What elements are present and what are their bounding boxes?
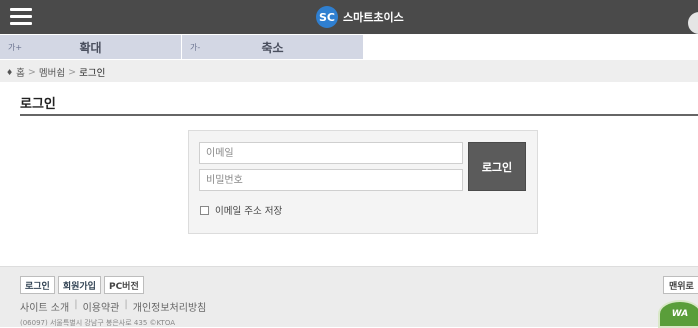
breadcrumb-separator: > <box>27 66 36 78</box>
footer-login-button[interactable]: 로그인 <box>20 276 55 294</box>
footer-links: 사이트 소개 | 이용약관 | 개인정보처리방침 <box>20 299 206 314</box>
zoom-out-label: 축소 <box>261 41 284 55</box>
breadcrumb-separator: > <box>68 66 77 78</box>
login-button[interactable]: 로그인 <box>468 142 526 191</box>
footer-link-separator: | <box>74 299 78 310</box>
footer-buttons: 로그인 회원가입 PC버전 <box>20 276 147 294</box>
breadcrumb: ♦ 홈 > 멤버쉽 > 로그인 <box>0 60 698 82</box>
footer-pc-version-button[interactable]: PC버전 <box>103 276 144 294</box>
corner-button[interactable] <box>688 12 698 34</box>
breadcrumb-member[interactable]: 멤버쉽 <box>39 65 65 79</box>
breadcrumb-current: 로그인 <box>79 68 106 79</box>
zoom-in-label: 확대 <box>79 41 102 55</box>
brand-name: 스마트초이스 <box>343 11 404 24</box>
brand[interactable]: SC 스마트초이스 <box>316 5 404 29</box>
footer-link-about[interactable]: 사이트 소개 <box>20 299 69 314</box>
remember-checkbox[interactable] <box>200 205 209 215</box>
remember-email[interactable]: 이메일 주소 저장 <box>200 203 282 217</box>
footer-signup-button[interactable]: 회원가입 <box>57 276 101 294</box>
zoom-bar: 가+ 확대 가- 축소 <box>0 35 698 59</box>
top-bar: SC 스마트초이스 <box>0 0 698 34</box>
brand-logo-icon: SC <box>316 6 338 28</box>
web-accessibility-badge-icon: WA <box>658 300 698 328</box>
login-form: 로그인 이메일 주소 저장 <box>188 130 538 234</box>
footer-link-terms[interactable]: 이용약관 <box>83 299 120 314</box>
footer-link-separator: | <box>124 299 128 310</box>
breadcrumb-home[interactable]: 홈 <box>16 65 25 79</box>
zoom-in-button[interactable]: 가+ 확대 <box>0 35 181 59</box>
footer-link-privacy[interactable]: 개인정보처리방침 <box>133 299 207 314</box>
remember-label: 이메일 주소 저장 <box>215 206 283 217</box>
scroll-top-button[interactable]: 맨위로 <box>663 276 698 294</box>
title-divider <box>20 114 698 116</box>
zoom-out-button[interactable]: 가- 축소 <box>182 35 363 59</box>
page-title: 로그인 <box>20 97 56 112</box>
email-input[interactable] <box>199 142 463 164</box>
hamburger-icon[interactable] <box>10 8 32 25</box>
footer: 로그인 회원가입 PC버전 맨위로 사이트 소개 | 이용약관 | 개인정보처리… <box>0 266 698 328</box>
home-icon: ♦ <box>6 67 14 77</box>
password-input[interactable] <box>199 169 463 191</box>
